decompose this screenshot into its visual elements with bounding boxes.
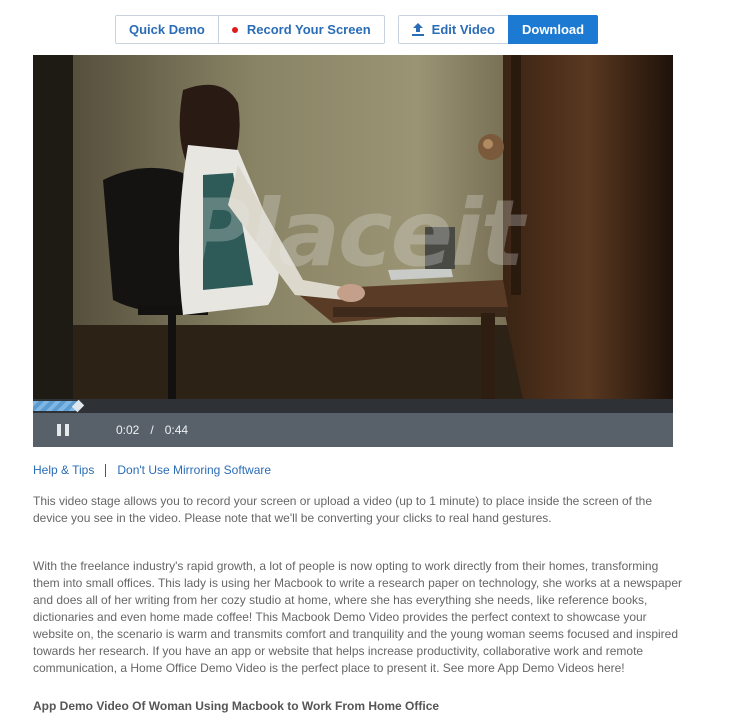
edit-video-button[interactable]: Edit Video	[399, 16, 508, 43]
mirroring-link[interactable]: Don't Use Mirroring Software	[117, 463, 271, 477]
time-display: 0:02 / 0:44	[116, 423, 188, 437]
progress-bar[interactable]	[33, 399, 673, 413]
record-screen-button[interactable]: Record Your Screen	[217, 16, 384, 43]
time-separator: /	[150, 423, 154, 437]
video-player[interactable]: Placeit 0:02 / 0:44	[33, 55, 673, 447]
quick-demo-button[interactable]: Quick Demo	[116, 16, 218, 43]
toolbar: Quick Demo Record Your Screen Edit Video…	[115, 15, 599, 44]
quick-demo-label: Quick Demo	[129, 22, 205, 37]
video-title: App Demo Video Of Woman Using Macbook to…	[33, 699, 440, 713]
duration: 0:44	[164, 423, 189, 437]
download-label: Download	[521, 22, 585, 37]
pause-icon-bar-left	[57, 424, 61, 436]
video-watermark: Placeit	[183, 180, 524, 287]
intro-text: This video stage allows you to record yo…	[33, 494, 653, 525]
help-links: Help & Tips Don't Use Mirroring Software	[33, 463, 271, 477]
link-divider	[105, 463, 107, 477]
upload-icon	[411, 23, 424, 36]
download-button[interactable]: Download	[507, 15, 599, 44]
current-time: 0:02	[116, 423, 140, 437]
mode-button-group: Quick Demo Record Your Screen	[115, 15, 385, 44]
record-dot-icon	[231, 26, 238, 33]
help-tips-link[interactable]: Help & Tips	[33, 463, 94, 477]
record-screen-label: Record Your Screen	[246, 22, 371, 37]
edit-video-label: Edit Video	[431, 22, 495, 37]
player-controls: 0:02 / 0:44	[33, 413, 673, 447]
action-button-group: Edit Video Download	[397, 15, 599, 44]
pause-icon-bar-right	[65, 424, 69, 436]
pause-button[interactable]	[57, 424, 69, 436]
description-text: With the freelance industry's rapid grow…	[33, 559, 682, 675]
